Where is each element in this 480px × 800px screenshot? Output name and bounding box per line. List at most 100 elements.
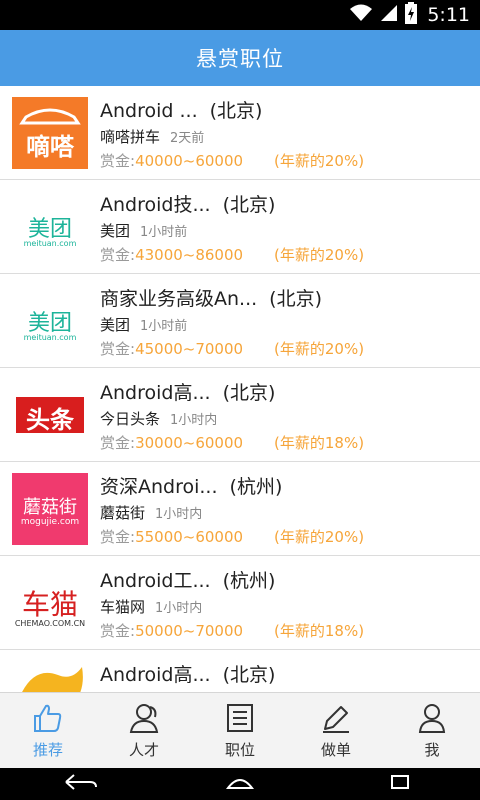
job-title: Android高... (100, 664, 211, 686)
company-name: 美团 (100, 316, 131, 334)
nav-label: 做单 (320, 741, 351, 759)
list-icon (227, 704, 253, 732)
post-time: 1小时内 (170, 413, 218, 428)
logo-text: 车猫 (21, 588, 78, 621)
reward-amount: 43000~86000 (135, 246, 244, 264)
home-icon (225, 779, 255, 789)
signal-icon (379, 3, 399, 27)
job-item[interactable]: 蘑菇街 mogujie.com 资深Androi... (杭州) 蘑菇街 1小时内 … (0, 462, 480, 556)
job-title-row: Android技... (北京) (100, 190, 275, 217)
job-item[interactable]: 车猫 CHEMAO.COM.CN Android工... (杭州) 车猫网 1小时内… (0, 556, 480, 650)
battery-icon (405, 2, 418, 28)
reward-amount: 45000~70000 (135, 340, 244, 358)
job-list[interactable]: 嘀嗒 Android ... (北京) 嘀嗒拼车 2天前 赏金:40000~6000… (0, 86, 480, 692)
nav-item-jobs[interactable]: 职位 (192, 693, 288, 768)
job-title-row: Android ... (北京) (100, 96, 262, 123)
job-item[interactable]: 嘀嗒 Android ... (北京) 嘀嗒拼车 2天前 赏金:40000~6000… (0, 86, 480, 180)
company-name: 嘀嗒拼车 (100, 128, 161, 146)
edit-icon (323, 706, 349, 733)
logo-text: 头条 (26, 406, 74, 434)
reward-percent: (年薪的20%) (274, 340, 365, 358)
nav-label: 我 (424, 741, 440, 759)
back-icon (65, 774, 97, 790)
reward-label: 赏金: (100, 152, 136, 170)
job-title-row: Android工... (杭州) (100, 566, 275, 593)
thumbs-up-icon (34, 704, 62, 732)
status-bar: 5:11 (0, 0, 480, 30)
job-city: (杭州) (229, 476, 283, 498)
job-city: (北京) (222, 194, 276, 216)
nav-label: 人才 (128, 741, 159, 759)
job-title: Android ... (100, 100, 198, 122)
nav-item-recommend[interactable]: 推荐 (0, 693, 96, 768)
nav-item-talent[interactable]: 人才 (96, 693, 192, 768)
reward-row: 赏金:45000~70000 (年薪的20%) (100, 338, 364, 359)
logo-subtext: meituan.com (23, 333, 77, 342)
company-row: 嘀嗒拼车 2天前 (100, 126, 204, 147)
job-item[interactable]: 头条 Android高... (北京) 今日头条 1小时内 赏金:30000~600… (0, 368, 480, 462)
reward-label: 赏金: (100, 622, 136, 640)
job-title-row: Android高... (北京) (100, 660, 275, 687)
company-row: 蘑菇街 1小时内 (100, 502, 202, 523)
status-time: 5:11 (427, 4, 470, 26)
recents-icon (391, 775, 409, 789)
title-bar: 悬赏职位 (0, 30, 480, 86)
people-icon (129, 704, 159, 733)
nav-label: 职位 (224, 741, 255, 759)
company-logo: 车猫 CHEMAO.COM.CN (12, 567, 88, 639)
reward-label: 赏金: (100, 246, 136, 264)
company-logo: 头条 (12, 379, 88, 451)
reward-label: 赏金: (100, 340, 136, 358)
nav-item-me[interactable]: 我 (384, 693, 480, 768)
job-city: (杭州) (222, 570, 276, 592)
company-row: 美团 1小时前 (100, 220, 187, 241)
job-item[interactable]: Android高... (北京) (0, 650, 480, 692)
post-time: 1小时内 (155, 601, 203, 616)
logo-subtext: meituan.com (23, 239, 77, 248)
logo-text: 蘑菇街 (23, 497, 77, 518)
company-logo: 美团 meituan.com (12, 285, 88, 357)
reward-row: 赏金:40000~60000 (年薪的20%) (100, 150, 364, 171)
post-time: 2天前 (170, 131, 205, 146)
recents-button[interactable] (378, 770, 422, 798)
job-city: (北京) (222, 664, 276, 686)
reward-percent: (年薪的18%) (274, 622, 365, 640)
company-logo: 美团 meituan.com (12, 191, 88, 263)
post-time: 1小时前 (140, 319, 188, 334)
wifi-icon (349, 3, 373, 27)
reward-percent: (年薪的18%) (274, 434, 365, 452)
reward-row: 赏金:43000~86000 (年薪的20%) (100, 244, 364, 265)
reward-amount: 30000~60000 (135, 434, 244, 452)
job-title-row: Android高... (北京) (100, 378, 275, 405)
logo-subtext: CHEMAO.COM.CN (14, 619, 86, 628)
nav-item-orders[interactable]: 做单 (288, 693, 384, 768)
job-city: (北京) (209, 100, 263, 122)
reward-amount: 55000~60000 (135, 528, 244, 546)
page-title: 悬赏职位 (196, 47, 284, 71)
job-item[interactable]: 美团 meituan.com Android技... (北京) 美团 1小时前 赏金… (0, 180, 480, 274)
company-row: 美团 1小时前 (100, 314, 187, 335)
reward-row: 赏金:50000~70000 (年薪的18%) (100, 620, 364, 641)
bottom-nav: 推荐 人才 职位 做单 我 (0, 692, 480, 768)
back-button[interactable] (58, 770, 102, 798)
post-time: 1小时前 (140, 225, 188, 240)
job-title: Android高... (100, 382, 211, 404)
job-city: (北京) (269, 288, 322, 310)
company-row: 车猫网 1小时内 (100, 596, 202, 617)
logo-text: 嘀嗒 (26, 133, 74, 161)
job-item[interactable]: 美团 meituan.com 商家业务高级An... (北京) 美团 1小时前 赏金… (0, 274, 480, 368)
person-icon (418, 704, 446, 733)
job-title: Android技... (100, 194, 211, 216)
reward-percent: (年薪的20%) (274, 528, 365, 546)
reward-label: 赏金: (100, 528, 136, 546)
company-logo: 嘀嗒 (12, 97, 88, 169)
company-name: 美团 (100, 222, 131, 240)
company-row: 今日头条 1小时内 (100, 408, 217, 429)
post-time: 1小时内 (155, 507, 203, 522)
reward-amount: 50000~70000 (135, 622, 244, 640)
home-button[interactable] (218, 770, 262, 798)
company-name: 车猫网 (100, 598, 146, 616)
company-name: 蘑菇街 (100, 504, 146, 522)
flame-logo-icon (22, 667, 83, 692)
status-icons: 5:11 (349, 0, 470, 30)
